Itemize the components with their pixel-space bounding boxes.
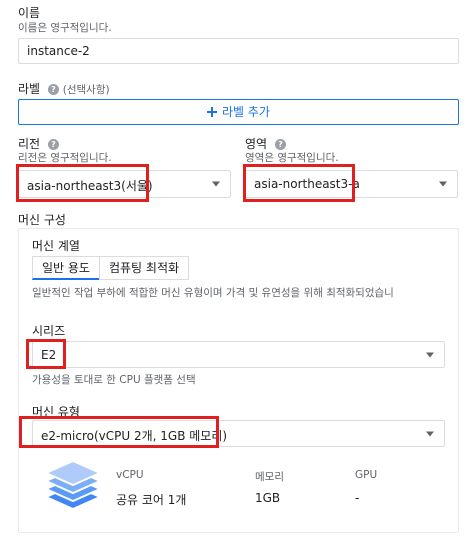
name-input-value: instance-2: [27, 44, 90, 58]
tab-compute-optimized[interactable]: 컴퓨팅 최적화: [99, 256, 189, 280]
machine-family-tabs: 일반 용도 컴퓨팅 최적화: [32, 256, 190, 280]
tab-general-purpose[interactable]: 일반 용도: [32, 256, 100, 280]
labels-label: 라벨: [18, 82, 41, 96]
series-select-value: E2: [41, 348, 57, 362]
spec-value-vcpu: 공유 코어 1개: [116, 493, 187, 507]
name-label: 이름: [18, 6, 41, 20]
spec-value-memory: 1GB: [255, 491, 281, 505]
name-hint: 이름은 영구적입니다.: [18, 22, 112, 34]
help-icon[interactable]: ?: [47, 139, 59, 150]
region-label: 리전: [18, 137, 41, 151]
add-label-button[interactable]: 라벨 추가: [18, 99, 459, 125]
series-label: 시리즈: [32, 324, 66, 338]
spec-header-vcpu: vCPU: [116, 469, 144, 481]
series-select[interactable]: E2: [32, 341, 445, 368]
spec-header-memory: 메모리: [255, 471, 284, 483]
dropdown-arrow-icon: [426, 431, 434, 436]
zone-hint: 영역은 영구적입니다.: [245, 152, 339, 164]
region-select[interactable]: asia-northeast3(서울): [18, 170, 231, 198]
machine-type-select[interactable]: e2-micro(vCPU 2개, 1GB 메모리): [32, 420, 445, 447]
series-hint: 가용성을 토대로 한 CPU 플랫폼 선택: [32, 374, 196, 386]
labels-heading: 라벨 ? (선택사항): [18, 80, 110, 97]
spec-value-gpu: -: [355, 491, 360, 505]
help-icon[interactable]: ?: [47, 84, 59, 95]
machine-type-select-value: e2-micro(vCPU 2개, 1GB 메모리): [41, 429, 228, 443]
labels-optional: (선택사항): [62, 84, 110, 96]
zone-label: 영역: [245, 137, 268, 151]
zone-select[interactable]: asia-northeast3-a: [245, 170, 458, 198]
region-select-value: asia-northeast3(서울): [27, 179, 153, 193]
spec-header-gpu: GPU: [355, 469, 378, 481]
zone-select-value: asia-northeast3-a: [254, 177, 360, 191]
dropdown-arrow-icon: [426, 352, 434, 357]
dropdown-arrow-icon: [439, 181, 447, 187]
add-label-button-text: 라벨 추가: [222, 105, 270, 119]
machine-config-title: 머신 구성: [18, 213, 66, 227]
name-input[interactable]: instance-2: [18, 38, 459, 64]
dropdown-arrow-icon: [212, 181, 220, 187]
region-hint: 리전은 영구적입니다.: [18, 152, 112, 164]
machine-family-label: 머신 계열: [32, 239, 80, 253]
plus-icon: [207, 106, 217, 117]
machine-family-description: 일반적인 작업 부하에 적합한 머신 유형이며 가격 및 유연성을 위해 최적화…: [32, 287, 394, 299]
machine-type-label: 머신 유형: [32, 405, 80, 419]
layers-stack-icon: [43, 459, 103, 511]
help-icon[interactable]: ?: [274, 139, 286, 150]
